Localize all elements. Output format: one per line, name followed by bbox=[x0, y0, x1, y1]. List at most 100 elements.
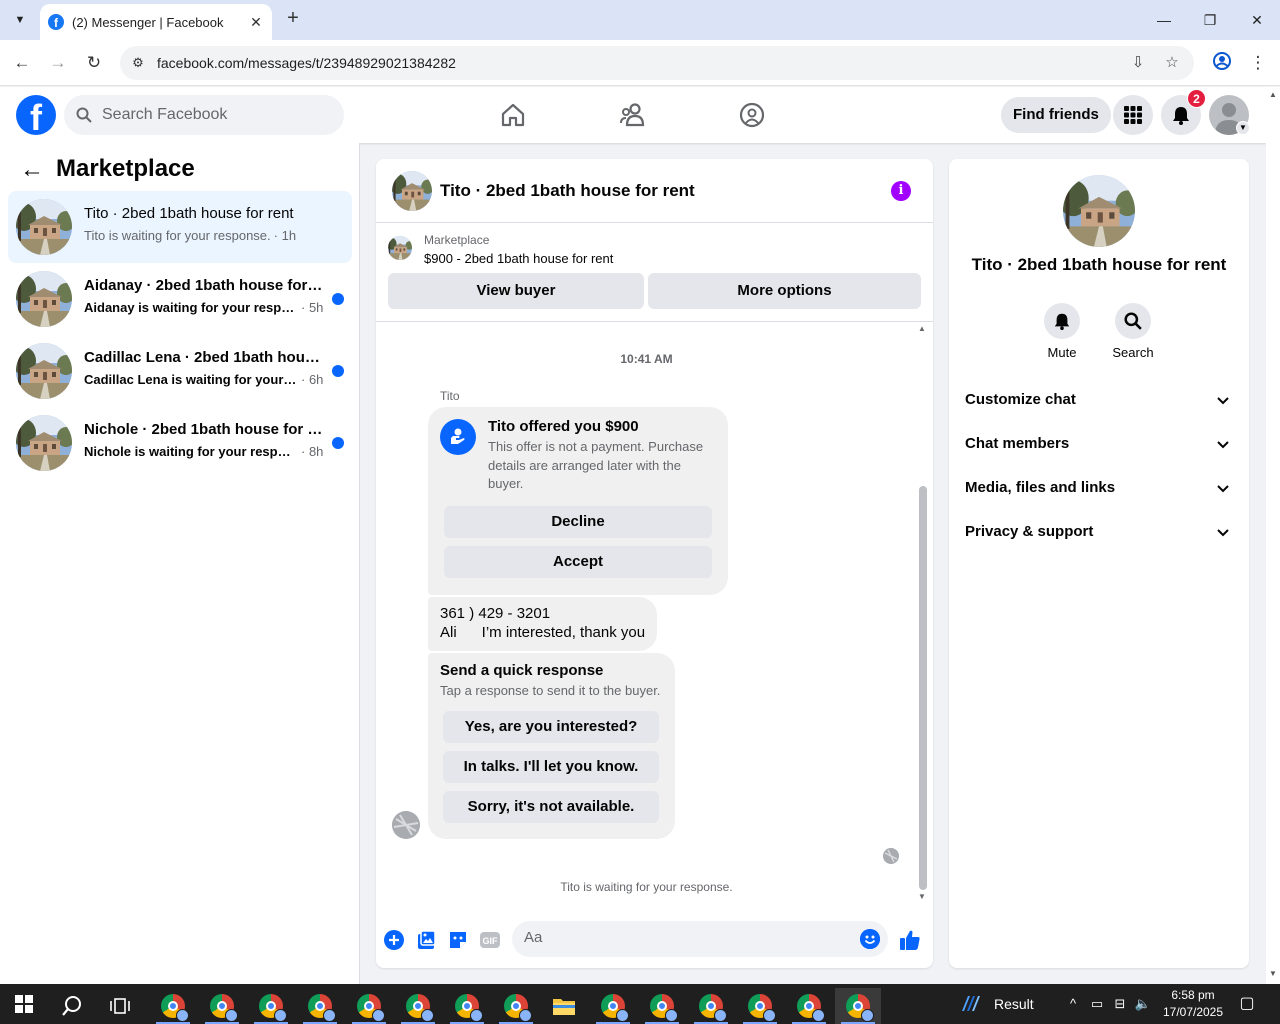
taskbar-clock[interactable]: 6:58 pm 17/07/2025 bbox=[1158, 987, 1228, 1021]
forward-icon[interactable]: → bbox=[46, 51, 70, 75]
text-message: 361 ) 429 - 3201 Ali I’m interested, tha… bbox=[428, 597, 657, 651]
waiting-status: Tito is waiting for your response. bbox=[560, 880, 733, 894]
reload-icon[interactable]: ↻ bbox=[82, 51, 106, 75]
facebook-search[interactable] bbox=[64, 95, 344, 135]
chat-members-section[interactable]: Chat members bbox=[957, 422, 1241, 466]
search-chat-button[interactable]: Search bbox=[1103, 303, 1163, 360]
chat-scrollbar[interactable]: ▲ ▼ bbox=[917, 324, 929, 904]
restore-icon[interactable]: ❐ bbox=[1198, 8, 1222, 32]
volume-icon[interactable]: 🔈 bbox=[1134, 995, 1152, 1013]
scroll-up-arrow-icon[interactable]: ▲ bbox=[1269, 90, 1277, 99]
chrome-taskbar-icon[interactable] bbox=[639, 988, 685, 1024]
chrome-taskbar-icon[interactable] bbox=[346, 988, 392, 1024]
chat-scroll-thumb[interactable] bbox=[919, 486, 927, 890]
plus-circle-icon[interactable] bbox=[383, 929, 405, 951]
offer-description: This offer is not a payment. Purchase de… bbox=[488, 439, 704, 491]
chat-scroll-down-icon[interactable]: ▼ bbox=[918, 892, 926, 901]
profile-icon[interactable] bbox=[1210, 51, 1234, 75]
quick-response-option[interactable]: Sorry, it's not available. bbox=[443, 791, 659, 823]
facebook-logo-icon[interactable]: f bbox=[16, 95, 56, 135]
site-settings-icon[interactable]: ⚙ bbox=[128, 53, 148, 73]
account-chevron-down-icon[interactable]: ▼ bbox=[1236, 121, 1250, 135]
quick-response-option[interactable]: In talks. I'll let you know. bbox=[443, 751, 659, 783]
network-icon[interactable]: ⊟ bbox=[1111, 995, 1129, 1013]
privacy-support-section[interactable]: Privacy & support bbox=[957, 510, 1241, 554]
media-files-links-section[interactable]: Media, files and links bbox=[957, 466, 1241, 510]
scroll-down-arrow-icon[interactable]: ▼ bbox=[1269, 969, 1277, 978]
sticker-icon[interactable] bbox=[447, 929, 469, 951]
bookmark-star-icon[interactable]: ☆ bbox=[1162, 53, 1182, 73]
customize-chat-section[interactable]: Customize chat bbox=[957, 378, 1241, 422]
chrome-taskbar-icon[interactable] bbox=[835, 988, 881, 1024]
chrome-taskbar-icon[interactable] bbox=[248, 988, 294, 1024]
windows-start-icon[interactable] bbox=[0, 984, 48, 1024]
more-options-button[interactable]: More options bbox=[648, 273, 921, 309]
taskbar-search-icon[interactable] bbox=[49, 988, 95, 1024]
show-hidden-icons-chevron-icon[interactable]: ^ bbox=[1064, 995, 1082, 1013]
tab-search-chevron-icon[interactable]: ▼ bbox=[8, 8, 32, 32]
conversation-row[interactable]: Nichole · 2bed 1bath house for r... Nich… bbox=[8, 407, 352, 479]
chrome-taskbar-icon[interactable] bbox=[590, 988, 636, 1024]
message-input-field[interactable] bbox=[512, 921, 888, 957]
find-friends-button[interactable]: Find friends bbox=[1001, 97, 1111, 133]
conversation-row[interactable]: Cadillac Lena · 2bed 1bath house... Cadi… bbox=[8, 335, 352, 407]
page-scrollbar[interactable]: ▲ ▼ bbox=[1266, 87, 1280, 984]
browser-tab[interactable]: f (2) Messenger | Facebook ✕ bbox=[40, 4, 272, 40]
chrome-taskbar-icon[interactable] bbox=[150, 988, 196, 1024]
meet-now-icon[interactable]: ▭ bbox=[1088, 995, 1106, 1013]
menu-grid-icon[interactable] bbox=[1113, 95, 1153, 135]
minimize-icon[interactable]: — bbox=[1152, 8, 1176, 32]
chrome-taskbar-icon[interactable] bbox=[786, 988, 832, 1024]
listing-thumbnail[interactable] bbox=[388, 236, 412, 260]
notification-center-icon[interactable]: ▢ bbox=[1238, 995, 1256, 1013]
chrome-taskbar-icon[interactable] bbox=[395, 988, 441, 1024]
chrome-taskbar-icon[interactable] bbox=[493, 988, 539, 1024]
thumbs-up-icon[interactable] bbox=[899, 929, 921, 951]
conversation-preview: Nichole is waiting for your respon... · 8… bbox=[84, 444, 324, 459]
address-bar[interactable]: ⚙ facebook.com/messages/t/23948929021384… bbox=[120, 46, 1194, 80]
install-app-icon[interactable]: ⇩ bbox=[1128, 53, 1148, 73]
window-close-icon[interactable]: ✕ bbox=[1245, 8, 1269, 32]
chat-scroll-up-icon[interactable]: ▲ bbox=[918, 324, 926, 333]
listing-thumbnail[interactable] bbox=[392, 171, 432, 211]
accept-button[interactable]: Accept bbox=[444, 546, 712, 578]
chevron-down-icon bbox=[1217, 529, 1229, 537]
tab-close-icon[interactable]: ✕ bbox=[248, 14, 264, 31]
view-buyer-button[interactable]: View buyer bbox=[388, 273, 644, 309]
conversation-row[interactable]: Tito · 2bed 1bath house for rent Tito is… bbox=[8, 191, 352, 263]
back-arrow-icon[interactable]: ← bbox=[20, 158, 44, 183]
task-view-icon[interactable] bbox=[97, 988, 143, 1024]
info-icon[interactable]: i bbox=[891, 181, 911, 201]
sender-avatar[interactable] bbox=[392, 811, 420, 839]
bell-icon bbox=[1044, 303, 1080, 339]
photo-icon[interactable] bbox=[415, 929, 437, 951]
weather-widget[interactable]: Result bbox=[958, 984, 1054, 1024]
browser-menu-icon[interactable]: ⋮ bbox=[1246, 51, 1270, 75]
chrome-taskbar-icon[interactable] bbox=[297, 988, 343, 1024]
new-tab-icon[interactable]: + bbox=[282, 8, 304, 30]
chrome-taskbar-icon[interactable] bbox=[737, 988, 783, 1024]
groups-icon[interactable] bbox=[736, 99, 768, 131]
mute-button[interactable]: Mute bbox=[1032, 303, 1092, 360]
listing-price[interactable]: $900 - 2bed 1bath house for rent bbox=[424, 251, 613, 266]
friends-icon[interactable] bbox=[617, 99, 649, 131]
chat-header: Tito · 2bed 1bath house for rent i bbox=[376, 159, 933, 223]
quick-response-option[interactable]: Yes, are you interested? bbox=[443, 711, 659, 743]
file-explorer-icon[interactable] bbox=[541, 988, 587, 1024]
home-icon[interactable] bbox=[497, 99, 529, 131]
listing-thumbnail bbox=[16, 415, 72, 471]
listing-thumbnail[interactable] bbox=[1063, 175, 1135, 247]
decline-button[interactable]: Decline bbox=[444, 506, 712, 538]
chat-title[interactable]: Tito · 2bed 1bath house for rent bbox=[440, 181, 695, 201]
offer-hand-icon bbox=[440, 419, 476, 455]
emoji-icon[interactable] bbox=[860, 929, 880, 949]
message-input[interactable] bbox=[524, 929, 844, 946]
chrome-taskbar-icon[interactable] bbox=[444, 988, 490, 1024]
back-icon[interactable]: ← bbox=[10, 51, 34, 75]
chrome-taskbar-icon[interactable] bbox=[199, 988, 245, 1024]
gif-icon[interactable]: GIF bbox=[479, 929, 501, 951]
message-composer: GIF bbox=[376, 916, 933, 968]
conversation-row[interactable]: Aidanay · 2bed 1bath house for r... Aida… bbox=[8, 263, 352, 335]
chrome-taskbar-icon[interactable] bbox=[688, 988, 734, 1024]
search-input[interactable] bbox=[102, 106, 322, 124]
